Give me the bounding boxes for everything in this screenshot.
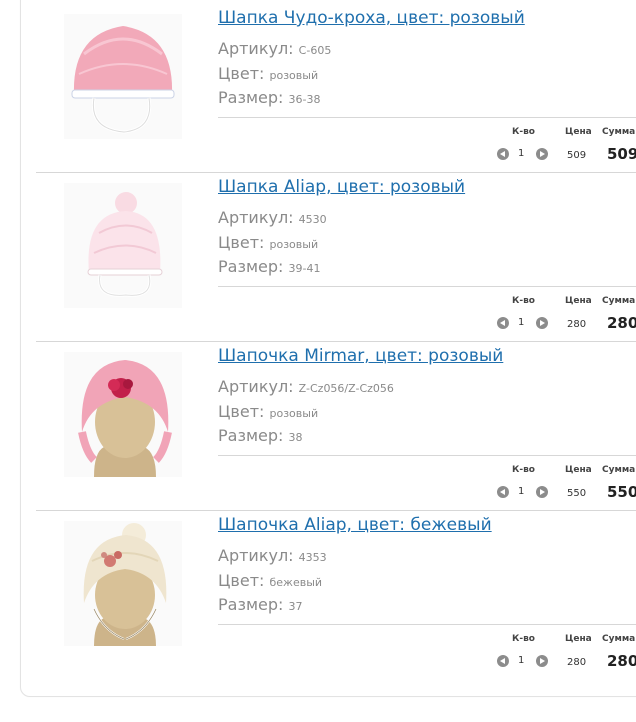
color-row: Цвет: розовый (218, 64, 318, 83)
product-title-link[interactable]: Шапочка Aliap, цвет: бежевый (218, 515, 492, 535)
product-title-link[interactable]: Шапка Aliap, цвет: розовый (218, 177, 465, 197)
size-value: 38 (288, 431, 303, 444)
sum-header: Сумма (602, 634, 636, 644)
size-value: 36-38 (288, 93, 321, 106)
color-value: бежевый (269, 576, 323, 589)
quantity-stepper: 1 (497, 486, 551, 500)
decrease-qty-icon[interactable] (497, 148, 509, 160)
article-value: 4530 (298, 213, 327, 226)
article-value: 4353 (298, 551, 327, 564)
divider (218, 286, 636, 287)
size-label: Размер: (218, 595, 284, 614)
color-value: розовый (269, 407, 319, 420)
increase-qty-icon[interactable] (536, 317, 548, 329)
size-row: Размер: 39-41 (218, 257, 320, 276)
size-label: Размер: (218, 88, 284, 107)
qty-value: 1 (518, 317, 525, 328)
product-image[interactable] (64, 521, 182, 646)
article-row: Артикул: 4530 (218, 208, 327, 227)
sum-header: Сумма (602, 465, 636, 475)
product-image[interactable] (64, 352, 182, 477)
increase-qty-icon[interactable] (536, 655, 548, 667)
size-value: 39-41 (288, 262, 321, 275)
article-row: Артикул: 4353 (218, 546, 327, 565)
product-title-link[interactable]: Шапочка Mirmar, цвет: розовый (218, 346, 503, 366)
size-label: Размер: (218, 257, 284, 276)
article-row: Артикул: Z-Cz056/Z-Cz056 (218, 377, 394, 396)
divider (218, 117, 636, 118)
qty-header: К-во (512, 465, 535, 475)
qty-value: 1 (518, 655, 525, 666)
quantity-stepper: 1 (497, 148, 551, 162)
price-value: 280 (567, 657, 587, 668)
price-value: 550 (567, 488, 587, 499)
article-row: Артикул: С-605 (218, 39, 331, 58)
article-label: Артикул: (218, 208, 294, 227)
quantity-stepper: 1 (497, 317, 551, 331)
sum-value: 550 (607, 483, 636, 501)
color-row: Цвет: розовый (218, 233, 318, 252)
product-image[interactable] (64, 183, 182, 308)
article-label: Артикул: (218, 39, 294, 58)
product-image[interactable] (64, 14, 182, 139)
color-value: розовый (269, 238, 319, 251)
color-label: Цвет: (218, 402, 265, 421)
price-header: Цена (565, 634, 592, 644)
product-title-link[interactable]: Шапка Чудо-кроха, цвет: розовый (218, 8, 525, 28)
article-label: Артикул: (218, 546, 294, 565)
sum-header: Сумма (602, 296, 636, 306)
decrease-qty-icon[interactable] (497, 655, 509, 667)
sum-value: 509 (607, 145, 636, 163)
size-label: Размер: (218, 426, 284, 445)
color-label: Цвет: (218, 64, 265, 83)
qty-value: 1 (518, 148, 525, 159)
increase-qty-icon[interactable] (536, 486, 548, 498)
quantity-stepper: 1 (497, 655, 551, 669)
increase-qty-icon[interactable] (536, 148, 548, 160)
sum-header: Сумма (602, 127, 636, 137)
qty-header: К-во (512, 634, 535, 644)
price-value: 280 (567, 319, 587, 330)
size-row: Размер: 38 (218, 426, 303, 445)
size-row: Размер: 37 (218, 595, 303, 614)
divider (218, 624, 636, 625)
price-header: Цена (565, 127, 592, 137)
size-value: 37 (288, 600, 303, 613)
size-row: Размер: 36-38 (218, 88, 320, 107)
sum-value: 280 (607, 652, 636, 670)
decrease-qty-icon[interactable] (497, 317, 509, 329)
sum-value: 280 (607, 314, 636, 332)
qty-header: К-во (512, 127, 535, 137)
decrease-qty-icon[interactable] (497, 486, 509, 498)
divider (218, 455, 636, 456)
cart-item: Шапка Aliap, цвет: розовый Артикул: 4530… (36, 173, 636, 342)
article-value: С-605 (298, 44, 332, 57)
cart-item: Шапка Чудо-кроха, цвет: розовый Артикул:… (36, 4, 636, 173)
qty-header: К-во (512, 296, 535, 306)
cart-item: Шапочка Aliap, цвет: бежевый Артикул: 43… (36, 511, 636, 680)
cart-item: Шапочка Mirmar, цвет: розовый Артикул: Z… (36, 342, 636, 511)
color-label: Цвет: (218, 571, 265, 590)
price-value: 509 (567, 150, 587, 161)
color-value: розовый (269, 69, 319, 82)
color-label: Цвет: (218, 233, 265, 252)
price-header: Цена (565, 296, 592, 306)
qty-value: 1 (518, 486, 525, 497)
price-header: Цена (565, 465, 592, 475)
color-row: Цвет: бежевый (218, 571, 322, 590)
article-label: Артикул: (218, 377, 294, 396)
article-value: Z-Cz056/Z-Cz056 (298, 382, 394, 395)
color-row: Цвет: розовый (218, 402, 318, 421)
